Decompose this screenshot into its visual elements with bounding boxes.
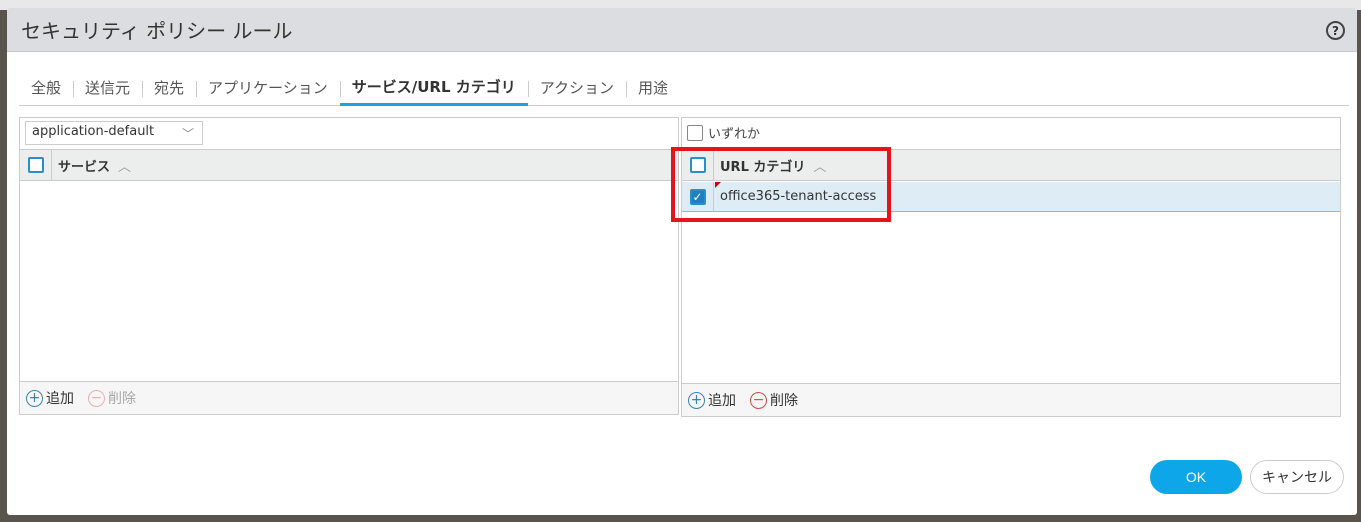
tab-destination[interactable]: 宛先 (142, 70, 196, 106)
ok-button[interactable]: OK (1150, 460, 1242, 494)
any-checkbox-box[interactable] (687, 124, 703, 141)
help-icon[interactable]: ? (1326, 21, 1345, 40)
tab-application[interactable]: アプリケーション (196, 70, 340, 106)
add-button[interactable]: + 追加 (688, 390, 736, 410)
plus-icon: + (26, 389, 43, 407)
delete-label: 削除 (770, 393, 798, 409)
tab-general[interactable]: 全般 (19, 70, 73, 106)
tab-bar: 全般 送信元 宛先 アプリケーション サービス/URL カテゴリ アクション 用… (19, 70, 1349, 106)
select-all-checkbox[interactable] (27, 157, 44, 173)
service-column-header[interactable]: サービス (52, 156, 110, 175)
service-select-value: application-default (32, 124, 155, 139)
minus-icon: − (750, 391, 767, 409)
service-panel: application-default ﹀ サービス ︿ + 追加 − 削除 (19, 117, 679, 415)
service-select[interactable]: application-default ﹀ (25, 121, 203, 145)
highlight-annotation (671, 147, 891, 222)
cancel-button[interactable]: キャンセル (1250, 460, 1344, 494)
any-label: いずれか (708, 127, 761, 142)
service-grid-header: サービス ︿ (20, 149, 678, 181)
chevron-down-icon: ﹀ (181, 127, 194, 141)
plus-icon: + (688, 391, 705, 409)
delete-button[interactable]: − 削除 (750, 390, 798, 410)
tab-source[interactable]: 送信元 (73, 70, 142, 106)
url-footer: + 追加 − 削除 (682, 383, 1340, 416)
dialog-title: セキュリティ ポリシー ルール (7, 8, 1357, 52)
minus-icon: − (88, 389, 105, 407)
add-button[interactable]: + 追加 (26, 388, 74, 408)
sort-up-icon[interactable]: ︿ (118, 156, 131, 175)
tab-usage[interactable]: 用途 (626, 70, 680, 106)
add-label: 追加 (46, 391, 74, 407)
add-label: 追加 (708, 393, 736, 409)
delete-button[interactable]: − 削除 (88, 388, 136, 408)
security-policy-rule-dialog: セキュリティ ポリシー ルール ? 全般 送信元 宛先 アプリケーション サービ… (7, 8, 1357, 515)
delete-label: 削除 (108, 391, 136, 407)
service-footer: + 追加 − 削除 (20, 381, 678, 414)
any-checkbox[interactable]: いずれか (687, 123, 760, 142)
tab-service-url-category[interactable]: サービス/URL カテゴリ (339, 70, 528, 106)
tab-action[interactable]: アクション (527, 70, 626, 106)
